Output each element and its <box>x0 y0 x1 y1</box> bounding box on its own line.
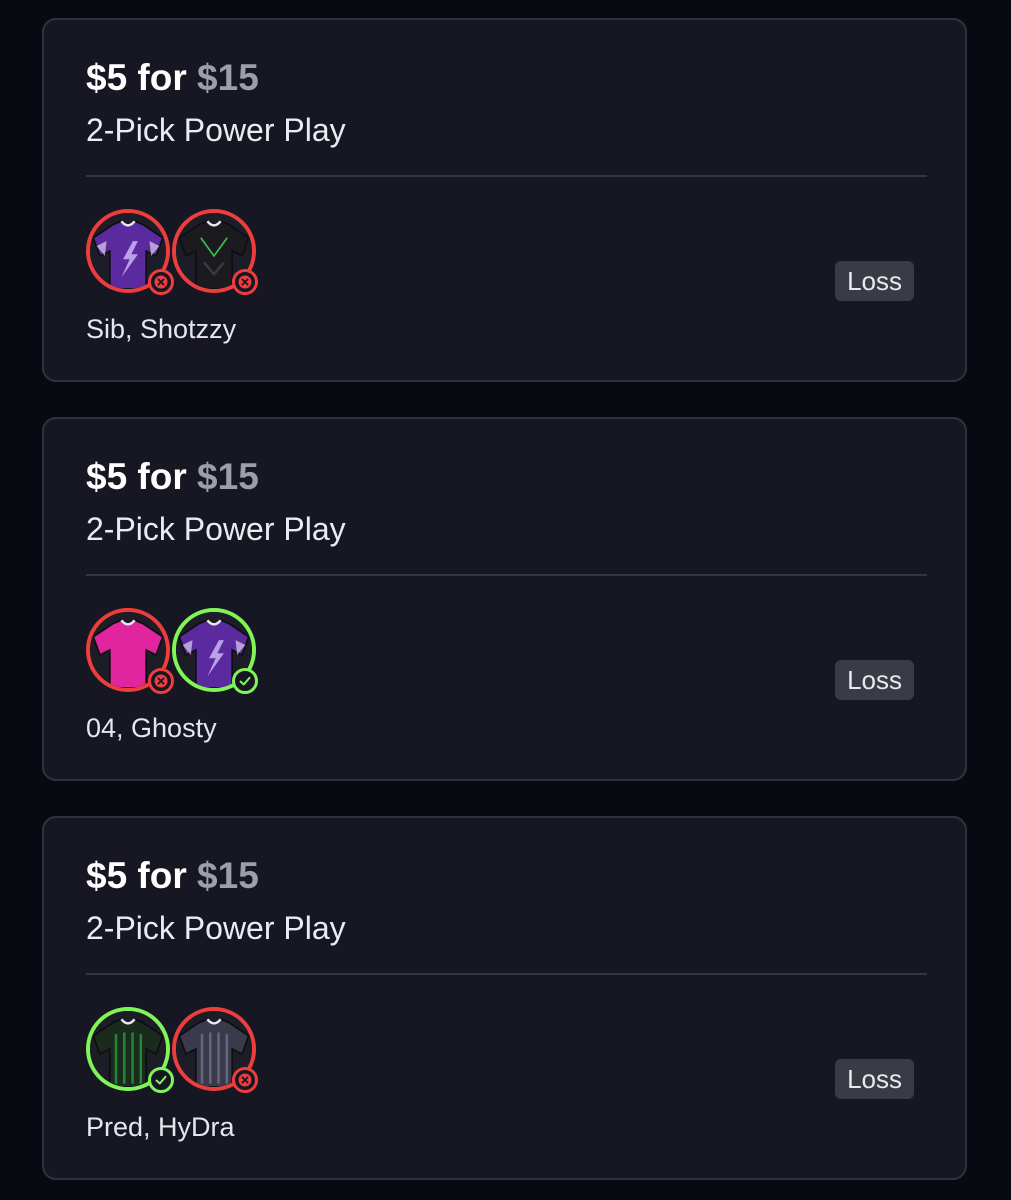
divider <box>86 175 927 177</box>
wager-amount: $5 for <box>86 57 187 98</box>
wager-title: $5 for $15 <box>86 56 259 100</box>
pick-avatars <box>86 209 266 309</box>
play-type: 2-Pick Power Play <box>86 112 346 148</box>
wager-title: $5 for $15 <box>86 455 259 499</box>
play-type: 2-Pick Power Play <box>86 511 346 547</box>
wager-amount: $5 for <box>86 855 187 896</box>
player-names: Sib, Shotzzy <box>86 314 237 344</box>
pick-avatars <box>86 1007 266 1107</box>
result-badge: Loss <box>835 261 914 301</box>
x-icon <box>148 269 174 295</box>
payout-amount: $15 <box>197 57 259 98</box>
x-icon <box>232 269 258 295</box>
entry-card[interactable]: $5 for $15 2-Pick Power Play 04, Ghosty … <box>42 417 967 781</box>
wager-title: $5 for $15 <box>86 854 259 898</box>
result-badge: Loss <box>835 1059 914 1099</box>
result-badge: Loss <box>835 660 914 700</box>
check-icon <box>148 1067 174 1093</box>
player-names: 04, Ghosty <box>86 713 217 743</box>
pick-avatars <box>86 608 266 708</box>
payout-amount: $15 <box>197 855 259 896</box>
divider <box>86 973 927 975</box>
divider <box>86 574 927 576</box>
entry-card[interactable]: $5 for $15 2-Pick Power Play Pred, HyDra… <box>42 816 967 1180</box>
payout-amount: $15 <box>197 456 259 497</box>
player-names: Pred, HyDra <box>86 1112 235 1142</box>
entries-list: $5 for $15 2-Pick Power Play Sib, Shotzz… <box>0 0 1011 1200</box>
x-icon <box>148 668 174 694</box>
wager-amount: $5 for <box>86 456 187 497</box>
x-icon <box>232 1067 258 1093</box>
play-type: 2-Pick Power Play <box>86 910 346 946</box>
entry-card[interactable]: $5 for $15 2-Pick Power Play Sib, Shotzz… <box>42 18 967 382</box>
check-icon <box>232 668 258 694</box>
